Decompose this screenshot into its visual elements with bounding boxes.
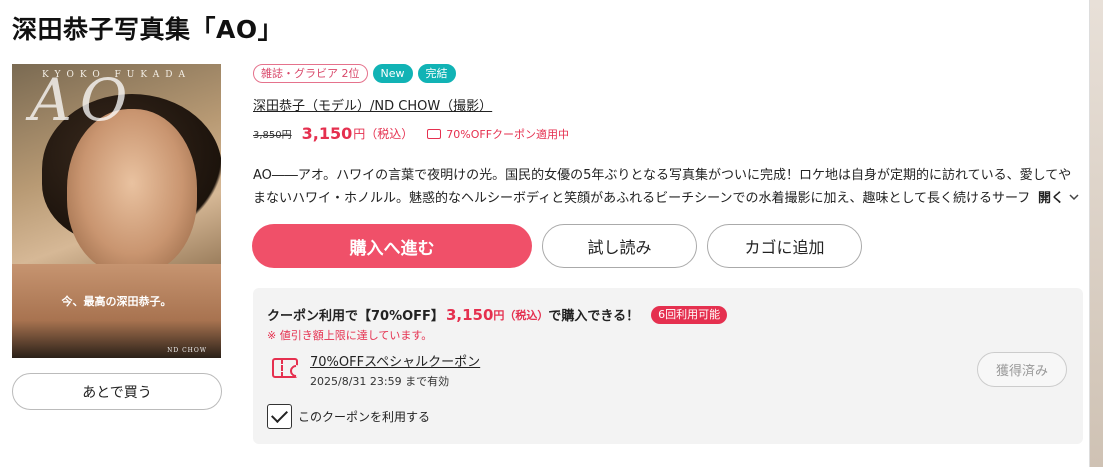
use-coupon-label: このクーポンを利用する [298, 410, 431, 424]
coupon-price-unit: 円（税込） [493, 308, 549, 322]
completed-badge: 完結 [417, 64, 456, 83]
side-preview-image [1089, 0, 1103, 467]
coupon-limit-warning: ※ 値引き額上限に達しています。 [267, 329, 433, 342]
add-to-cart-button[interactable]: カゴに追加 [707, 224, 862, 268]
sale-price: 3,150 [301, 124, 353, 143]
coupon-acquired-button: 獲得済み [977, 352, 1067, 387]
buy-later-button[interactable]: あとで買う [12, 373, 222, 410]
expand-label: 開く [1038, 191, 1065, 206]
cover-caption: 今、最高の深田恭子。 [61, 295, 172, 308]
cover-body-shape [12, 264, 221, 358]
authors-link[interactable]: 深田恭子（モデル）/ND CHOW（撮影） [253, 95, 492, 114]
use-coupon-checkbox[interactable] [267, 404, 292, 429]
cover-image[interactable]: AO KYOKO FUKADA 今、最高の深田恭子。 ND CHOW [12, 64, 221, 358]
coupon-uses-badge: 6回利用可能 [651, 305, 728, 324]
description-expand-button[interactable]: 開く [1030, 187, 1081, 206]
tag-list: 雑誌・グラビア 2位 New 完結 [253, 64, 456, 83]
coupon-name-link[interactable]: 70%OFFスペシャルクーポン [310, 351, 480, 370]
coupon-applied-text: 70%OFFクーポン適用中 [446, 127, 570, 141]
coupon-icon [427, 128, 442, 139]
coupon-ticket-icon [272, 358, 298, 378]
coupon-applied-note: 70%OFFクーポン適用中 [427, 126, 569, 142]
cover-foot-text: ND CHOW [167, 347, 207, 354]
sale-price-unit: 円（税込） [353, 127, 414, 141]
original-price: 3,850円 [253, 130, 292, 141]
new-badge: New [372, 64, 413, 83]
trial-read-button[interactable]: 試し読み [542, 224, 697, 268]
page-title: 深田恭子写真集「AO」 [12, 15, 284, 44]
coupon-price: 3,150 [445, 305, 494, 324]
coupon-headline-suffix: で購入できる！ [548, 309, 640, 324]
coupon-headline: クーポン利用で【70%OFF】 3,150 円（税込） で購入できる！ 6回利用… [267, 305, 728, 324]
cover-top-text: KYOKO FUKADA [42, 70, 191, 80]
proceed-to-purchase-button[interactable]: 購入へ進む [252, 224, 532, 268]
coupon-panel: クーポン利用で【70%OFF】 3,150 円（税込） で購入できる！ 6回利用… [253, 288, 1083, 444]
description-text: AO――アオ。ハワイの言葉で夜明けの光。国民的女優の5年ぶりとなる写真集がついに… [253, 168, 1072, 206]
use-coupon-toggle[interactable]: このクーポンを利用する [267, 404, 430, 429]
coupon-expiry: 2025/8/31 23:59 まで有効 [310, 375, 450, 388]
rank-tag[interactable]: 雑誌・グラビア 2位 [253, 64, 368, 83]
coupon-headline-prefix: クーポン利用で【70%OFF】 [267, 309, 444, 324]
chevron-down-icon [1069, 193, 1079, 200]
price-row: 3,850円 3,150 円（税込） 70%OFFクーポン適用中 [253, 124, 569, 143]
